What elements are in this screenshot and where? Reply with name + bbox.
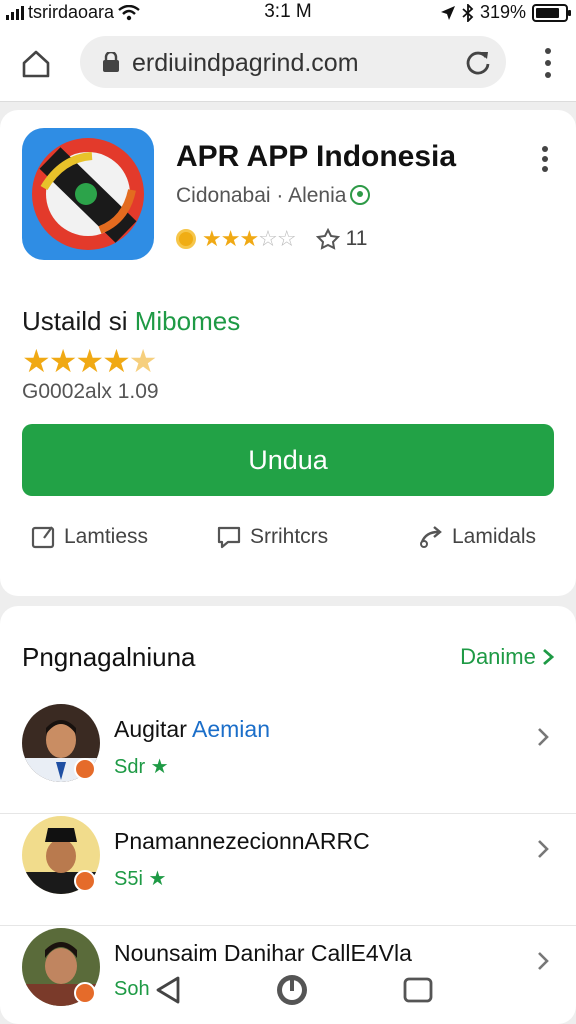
app-icon[interactable]	[22, 128, 154, 260]
coin-icon	[176, 229, 196, 249]
large-rating-stars: ★★★★★	[22, 343, 157, 379]
people-see-more-link[interactable]: Danime	[460, 644, 555, 670]
app-title: APR APP Indonesia	[176, 140, 457, 173]
list-item[interactable]: Augitar Aemian Sdr ★	[0, 704, 576, 814]
chevron-right-icon	[543, 648, 555, 666]
small-rating-stars: ★★★☆☆	[202, 226, 297, 251]
home-nav-icon[interactable]	[274, 972, 310, 1008]
battery-icon	[532, 3, 571, 22]
reload-icon[interactable]	[464, 48, 492, 76]
app-developer[interactable]: Cidonabai · Alenia	[176, 184, 371, 208]
chevron-right-icon	[538, 840, 549, 858]
app-actions-row: Lamtiess Srrihtcrs Lamidals	[0, 524, 576, 564]
person-name: Augitar Aemian	[114, 716, 270, 742]
share-icon	[420, 526, 442, 548]
location-icon	[440, 5, 455, 20]
review-icon	[315, 228, 340, 250]
bookmark-icon	[31, 526, 55, 549]
action-share[interactable]: Lamidals	[418, 524, 536, 550]
review-count: 11	[345, 227, 368, 250]
app-logo-graphic	[22, 128, 154, 260]
person-subtitle: Soh	[114, 978, 150, 1000]
browser-toolbar: erdiuindpagrind.com	[0, 26, 576, 102]
battery-percent: 319%	[479, 2, 526, 22]
avatar-badge-icon	[74, 870, 96, 892]
back-nav-icon[interactable]	[154, 974, 182, 1006]
battery-fill	[536, 7, 559, 18]
action-bookmark-label: Lamtiess	[64, 525, 149, 548]
comment-icon	[217, 526, 241, 549]
recent-apps-icon[interactable]	[402, 976, 434, 1006]
chevron-right-icon	[538, 728, 549, 746]
avatar-badge-icon	[74, 758, 96, 780]
people-card: Pngnagalniuna Danime Augitar Aemian Sdr …	[0, 606, 576, 1024]
address-bar[interactable]: erdiuindpagrind.com	[80, 36, 506, 88]
verified-icon	[350, 185, 371, 205]
url-text[interactable]: erdiuindpagrind.com	[132, 49, 359, 78]
person-subtitle: S5i ★	[114, 868, 167, 890]
avatar-badge-icon	[74, 982, 96, 1004]
people-section-title: Pngnagalniuna	[22, 642, 196, 672]
chevron-right-icon	[538, 952, 549, 970]
action-comment-label: Srrihtcrs	[250, 525, 329, 548]
rating-count-label: G0002alx 1.09	[22, 380, 159, 403]
action-bookmark[interactable]: Lamtiess	[30, 524, 148, 550]
install-button[interactable]: Undua	[22, 424, 554, 496]
lock-icon	[103, 52, 119, 72]
person-name: Nounsaim Danihar CallE4Vla	[114, 940, 412, 966]
app-meta-row: ★★★☆☆ 11	[176, 226, 367, 252]
person-subtitle: Sdr ★	[114, 756, 169, 778]
app-more-icon[interactable]	[542, 146, 548, 172]
person-name: PnamannezecionnARRC	[114, 828, 370, 854]
bluetooth-icon	[462, 3, 474, 22]
action-share-label: Lamidals	[452, 525, 537, 548]
list-item[interactable]: PnamannezecionnARRC S5i ★	[0, 816, 576, 926]
rating-section-title: Ustaild si Mibomes	[22, 306, 241, 336]
app-card: APR APP Indonesia Cidonabai · Alenia ★★★…	[0, 110, 576, 596]
action-comment[interactable]: Srrihtcrs	[216, 524, 328, 550]
browser-menu-icon[interactable]	[544, 48, 552, 78]
home-icon[interactable]	[20, 48, 52, 80]
developer-name[interactable]: Cidonabai · Alenia	[176, 184, 346, 207]
status-bar: tsrirdaoara 3:1 M 319%	[0, 0, 576, 26]
status-right: 319%	[440, 2, 571, 23]
